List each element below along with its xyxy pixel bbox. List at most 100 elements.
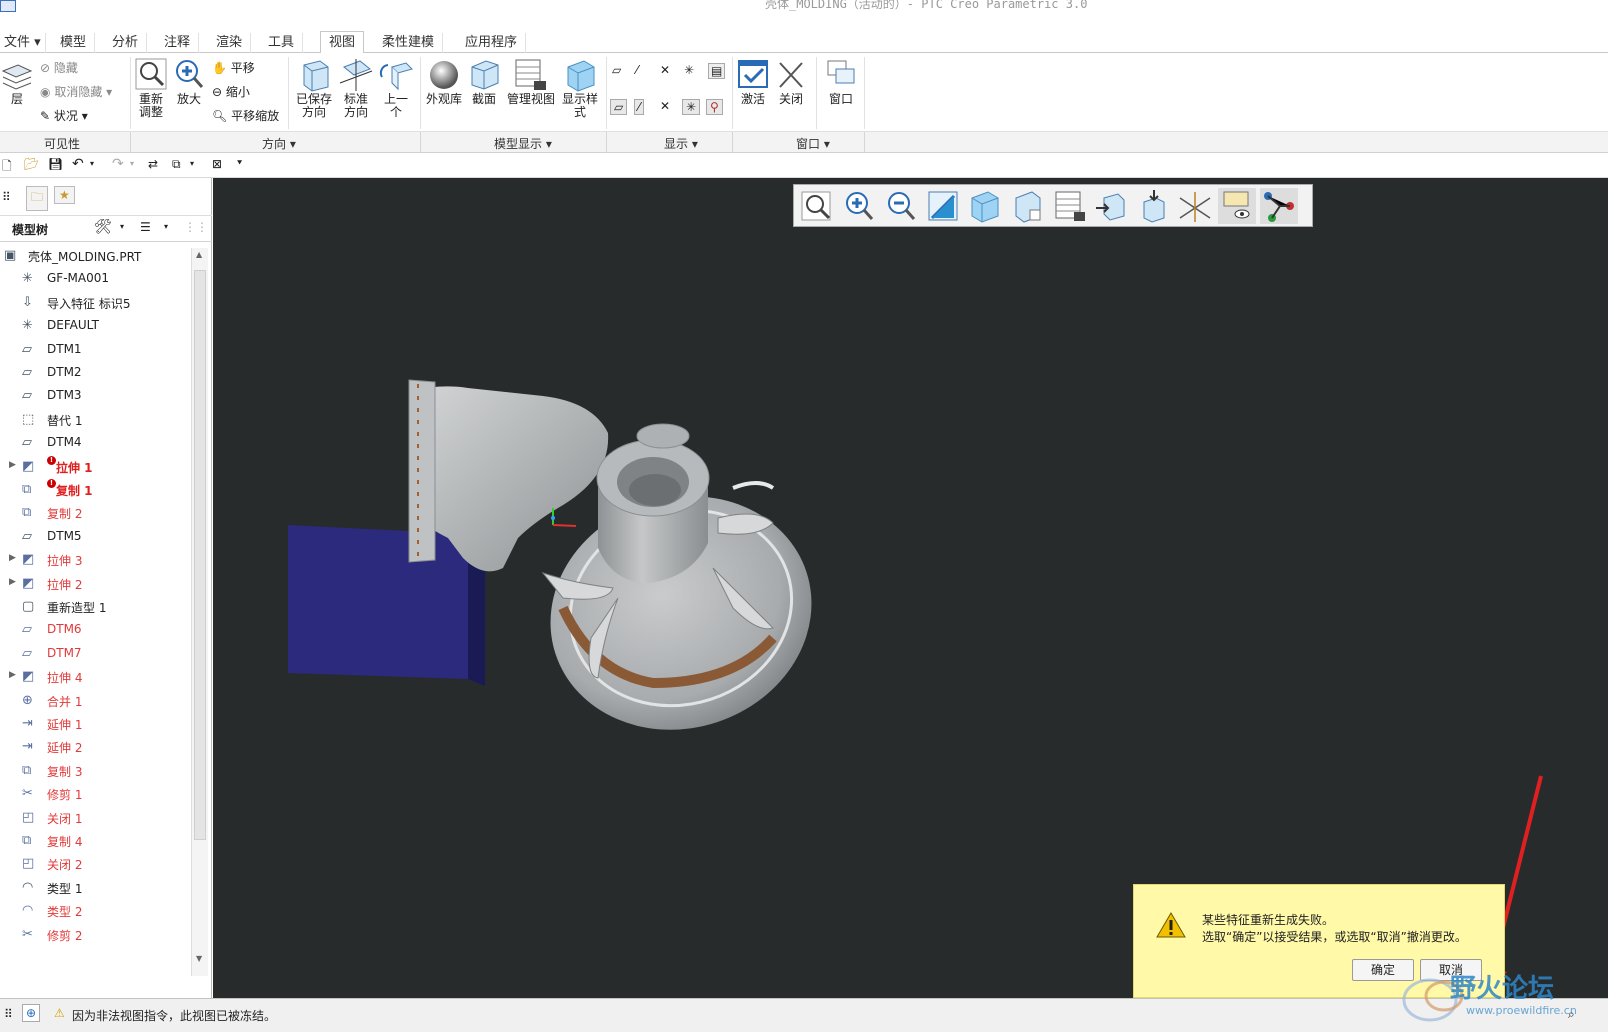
annotation-display-icon[interactable]: ▤ — [708, 63, 726, 79]
tab-tools[interactable]: 工具 — [260, 33, 304, 53]
tree-item[interactable]: ▶ ◩! 拉伸 1 — [0, 455, 190, 479]
tab-render[interactable]: 渲染 — [208, 33, 252, 53]
windows-switch-icon[interactable]: ⧉ — [172, 157, 181, 172]
tree-filters-icon[interactable]: ☰ — [140, 220, 151, 234]
close-window-icon[interactable]: ⊠ — [212, 157, 222, 171]
unhide-button[interactable]: ◉ 取消隐藏 ▾ — [40, 83, 112, 100]
hide-button[interactable]: ⊘ 隐藏 — [40, 59, 78, 76]
tree-item[interactable]: ◠ 类型 2 — [0, 899, 190, 923]
tree-item[interactable]: ▢ 重新造型 1 — [0, 595, 190, 619]
tree-filters-dropdown-icon[interactable]: ▾ — [164, 222, 168, 231]
tree-columns-icon[interactable]: ⋮⋮ — [184, 220, 208, 234]
group-label-show[interactable]: 显示 ▾ — [664, 135, 698, 152]
expand-arrow-icon[interactable]: ▶ — [9, 460, 16, 470]
tree-item[interactable]: ▱ DTM5 — [0, 525, 190, 549]
group-label-window[interactable]: 窗口 ▾ — [796, 135, 830, 152]
tree-item[interactable]: ▣ 壳体_MOLDING.PRT — [0, 244, 190, 268]
tree-item[interactable]: ⧉ 复制 2 — [0, 501, 190, 525]
expand-arrow-icon[interactable]: ▶ — [9, 577, 16, 587]
model-tree-tab-icon[interactable]: ⠿ — [2, 190, 11, 204]
tree-item[interactable]: ⊕ 合并 1 — [0, 689, 190, 713]
expand-arrow-icon[interactable]: ▶ — [9, 553, 16, 563]
status-button[interactable]: ✎ 状况 ▾ — [40, 107, 88, 124]
3d-model[interactable] — [213, 178, 1608, 998]
tree-item[interactable]: ▱ DTM1 — [0, 338, 190, 362]
window-menu-button[interactable]: 窗口 — [824, 57, 858, 106]
tab-applications[interactable]: 应用程序 — [457, 33, 527, 53]
axis-display-icon[interactable]: ⁄ — [636, 63, 638, 77]
refit-button[interactable]: 重新 调整 — [134, 57, 168, 119]
saved-orientations-button[interactable]: 已保存 方向 — [294, 57, 334, 119]
previous-view-button[interactable]: 上一 个 — [378, 57, 414, 119]
navigator-toggle-icon[interactable]: ⠿ — [4, 1007, 13, 1021]
tree-item[interactable]: ▶ ◩ 拉伸 3 — [0, 548, 190, 572]
regenerate-icon[interactable]: ⇄ — [148, 157, 158, 171]
tree-item[interactable]: ◰ 关闭 1 — [0, 806, 190, 830]
tree-item[interactable]: ⧉ 复制 4 — [0, 829, 190, 853]
tree-item[interactable]: ▱ DTM6 — [0, 618, 190, 642]
tree-item[interactable]: ✂ 修剪 1 — [0, 782, 190, 806]
favorites-tab-icon[interactable]: ★ — [54, 186, 75, 204]
tree-item[interactable]: ✳ DEFAULT — [0, 314, 190, 338]
graphics-viewport[interactable]: 某些特征重新生成失败。 选取“确定”以接受结果，或选取“取消”撤消更改。 确定 … — [213, 178, 1608, 998]
undo-dropdown-icon[interactable]: ▾ — [90, 159, 94, 168]
tree-item[interactable]: ⇥ 延伸 1 — [0, 712, 190, 736]
tab-model[interactable]: 模型 — [52, 33, 96, 53]
zoom-out-button[interactable]: ⊖ 缩小 — [212, 83, 250, 100]
tree-item[interactable]: ▱ DTM7 — [0, 642, 190, 666]
tree-item[interactable]: ⧉ 复制 3 — [0, 759, 190, 783]
tab-flexible-modeling[interactable]: 柔性建模 — [374, 33, 444, 53]
spin-center-icon[interactable]: ⚲ — [706, 99, 723, 115]
csys-display-icon[interactable]: ✳ — [684, 63, 694, 77]
tree-scrollbar[interactable]: ▲ ▼ — [191, 248, 208, 976]
csys-tag-icon[interactable]: ✳ — [682, 99, 701, 115]
new-icon[interactable]: 🗋 — [2, 157, 12, 178]
plane-display-icon[interactable]: ⏥ — [612, 63, 621, 77]
point-display-icon[interactable]: ✕ — [660, 63, 670, 77]
appearance-gallery-button[interactable]: 外观库 — [424, 57, 464, 106]
activate-button[interactable]: 激活 — [736, 57, 770, 106]
manage-views-button[interactable]: 管理视图 — [506, 57, 556, 106]
tree-item[interactable]: ◰ 关闭 2 — [0, 852, 190, 876]
tree-item[interactable]: ▱ DTM2 — [0, 361, 190, 385]
customize-toolbar-icon[interactable]: ⯆ — [236, 159, 243, 169]
group-label-model-display[interactable]: 模型显示 ▾ — [494, 135, 552, 152]
tree-item[interactable]: ▶ ◩ 拉伸 2 — [0, 572, 190, 596]
close-window-button[interactable]: 关闭 — [774, 57, 808, 106]
standard-orientation-button[interactable]: 标准 方向 — [336, 57, 376, 119]
browser-toggle-icon[interactable]: ⊕ — [22, 1004, 41, 1022]
tree-item[interactable]: ◠ 类型 1 — [0, 876, 190, 900]
scroll-down-icon[interactable]: ▼ — [196, 954, 202, 963]
scroll-thumb[interactable] — [194, 270, 206, 840]
tree-item[interactable]: ▱ DTM3 — [0, 384, 190, 408]
display-style-button[interactable]: 显示样 式 — [560, 57, 600, 119]
tree-item[interactable]: ✳ GF-MA001 — [0, 267, 190, 291]
tree-settings-icon[interactable]: 🛠︎ — [94, 219, 112, 235]
redo-icon[interactable]: ↷ — [112, 156, 124, 172]
plane-tag-icon[interactable]: ⏥ — [610, 99, 628, 115]
tree-item[interactable]: ⬚ 替代 1 — [0, 408, 190, 432]
open-icon[interactable]: 📂︎ — [24, 157, 39, 171]
zoom-in-button[interactable]: 放大 — [172, 57, 206, 106]
redo-dropdown-icon[interactable]: ▾ — [130, 159, 134, 168]
layers-button[interactable]: 层 — [0, 59, 34, 106]
section-button[interactable]: 截面 — [466, 57, 502, 106]
axis-tag-icon[interactable]: ⁄ — [634, 99, 645, 115]
undo-icon[interactable]: ↶ — [72, 156, 84, 172]
expand-arrow-icon[interactable]: ▶ — [9, 670, 16, 680]
tree-item[interactable]: ▱ DTM4 — [0, 431, 190, 455]
tab-file[interactable]: 文件 ▾ — [0, 33, 46, 53]
tree-item[interactable]: ▶ ◩ 拉伸 4 — [0, 665, 190, 689]
pan-button[interactable]: ✋ 平移 — [212, 59, 255, 76]
pan-zoom-button[interactable]: 🔍︎ 平移缩放 — [212, 107, 279, 124]
windows-dropdown-icon[interactable]: ▾ — [190, 159, 194, 168]
tree-item[interactable]: ⧉! 复制 1 — [0, 478, 190, 502]
tree-settings-dropdown-icon[interactable]: ▾ — [120, 222, 124, 231]
folder-browser-tab-icon[interactable]: 🗀 — [26, 186, 49, 211]
tab-view[interactable]: 视图 — [320, 31, 365, 54]
tree-item[interactable]: ⇥ 延伸 2 — [0, 735, 190, 759]
scroll-up-icon[interactable]: ▲ — [196, 250, 202, 259]
point-tag-icon[interactable]: ✕ — [660, 99, 670, 113]
tab-annotate[interactable]: 注释 — [156, 33, 200, 53]
save-icon[interactable]: 💾︎ — [48, 157, 63, 171]
